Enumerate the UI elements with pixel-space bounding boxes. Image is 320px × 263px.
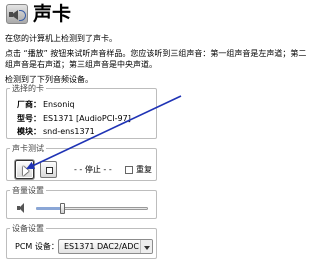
annotation-arrow [26,95,182,170]
